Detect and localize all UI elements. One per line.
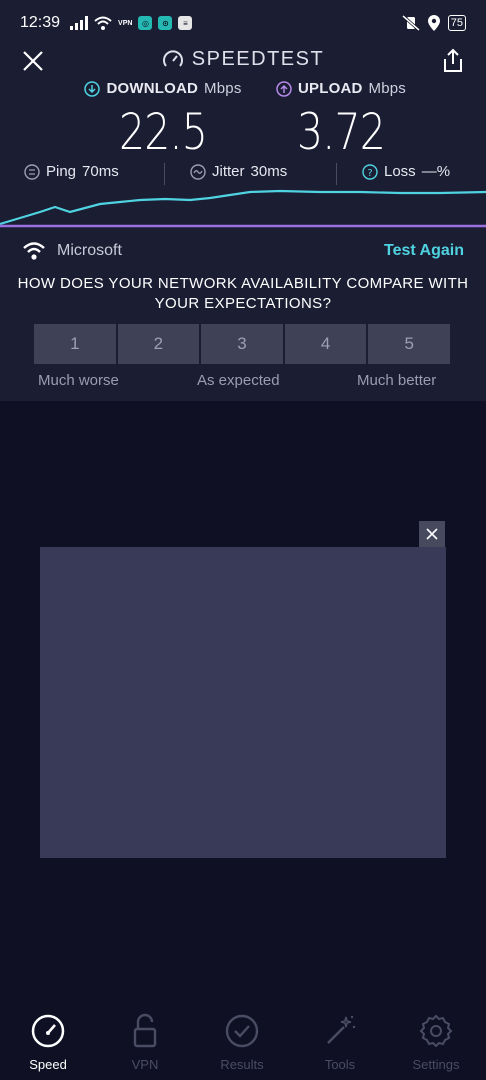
close-icon (426, 528, 438, 540)
nav-settings[interactable]: Settings (391, 1013, 481, 1072)
download-speed-line (0, 189, 486, 226)
gear-icon (419, 1014, 453, 1048)
rating-labels: Much worse As expected Much better (0, 372, 486, 392)
upload-label: UPLOAD (297, 80, 363, 97)
nav-tools[interactable]: Tools (295, 1013, 385, 1072)
nav-vpn-label: VPN (131, 1057, 159, 1072)
nav-tools-label: Tools (324, 1057, 356, 1072)
wifi-icon (23, 242, 45, 260)
upload-metric: UPLOAD Mbps 3.72 (270, 80, 412, 161)
rating-option-4[interactable]: 4 (284, 324, 367, 364)
status-time: 12:39 (20, 14, 61, 31)
app-header: SPEEDTEST (0, 40, 486, 82)
download-label: DOWNLOAD (106, 80, 199, 97)
signal-icon (70, 16, 89, 30)
provider-row: Microsoft Test Again (0, 240, 486, 264)
ad-close-button[interactable] (419, 521, 445, 547)
app-title-text: SPEEDTEST (191, 48, 325, 70)
rating-high-label: Much better (357, 372, 437, 389)
nav-results-label: Results (220, 1057, 264, 1072)
rating-scale: 1 2 3 4 5 (34, 324, 450, 364)
app-notification-icon-3: ≡ (178, 16, 193, 30)
battery-indicator: 75 (447, 15, 466, 31)
nav-vpn[interactable]: VPN (100, 1013, 190, 1072)
gauge-icon (162, 49, 183, 67)
nav-results[interactable]: Results (197, 1013, 287, 1072)
speedometer-icon (31, 1014, 65, 1048)
speed-graph (0, 189, 486, 228)
app-title: SPEEDTEST (0, 48, 486, 71)
unlock-icon (133, 1013, 157, 1048)
wifi-status-icon (94, 16, 112, 30)
nav-speed-label: Speed (29, 1057, 67, 1072)
vpn-status-label: VPN (118, 19, 133, 27)
download-arrow-icon (84, 80, 101, 97)
rating-option-5[interactable]: 5 (368, 324, 450, 364)
location-icon (427, 15, 440, 31)
upload-unit: Mbps (368, 80, 407, 97)
magic-wand-icon (327, 1015, 356, 1044)
upload-arrow-icon (276, 80, 292, 97)
rating-low-label: Much worse (38, 372, 119, 389)
share-button[interactable] (438, 46, 468, 76)
provider-name: Microsoft (57, 242, 122, 259)
app-notification-icon-2: ⊙ (158, 16, 173, 30)
nav-settings-label: Settings (412, 1057, 460, 1072)
test-again-button[interactable]: Test Again (384, 242, 464, 260)
download-value: 22.5 (118, 103, 208, 161)
download-unit: Mbps (204, 80, 242, 97)
download-metric: DOWNLOAD Mbps 22.5 (78, 80, 248, 161)
app-notification-icon: ◎ (138, 16, 153, 30)
mute-vibrate-icon (401, 15, 420, 31)
rating-option-3[interactable]: 3 (201, 324, 283, 364)
nav-speed[interactable]: Speed (3, 1013, 93, 1072)
rating-option-2[interactable]: 2 (117, 324, 200, 364)
upload-value: 3.72 (296, 103, 386, 161)
ad-banner[interactable] (40, 547, 446, 858)
svg-text:?: ? (367, 168, 372, 179)
survey-question: HOW DOES YOUR NETWORK AVAILABILITY COMPA… (17, 275, 469, 312)
rating-option-1[interactable]: 1 (34, 324, 116, 364)
checkmark-circle-icon (225, 1014, 259, 1048)
rating-mid-label: As expected (197, 372, 280, 389)
bottom-navigation: Speed VPN Results Tools Settings (0, 1005, 486, 1080)
share-icon (444, 48, 462, 72)
vpn-status-icon: VPN (118, 20, 132, 27)
